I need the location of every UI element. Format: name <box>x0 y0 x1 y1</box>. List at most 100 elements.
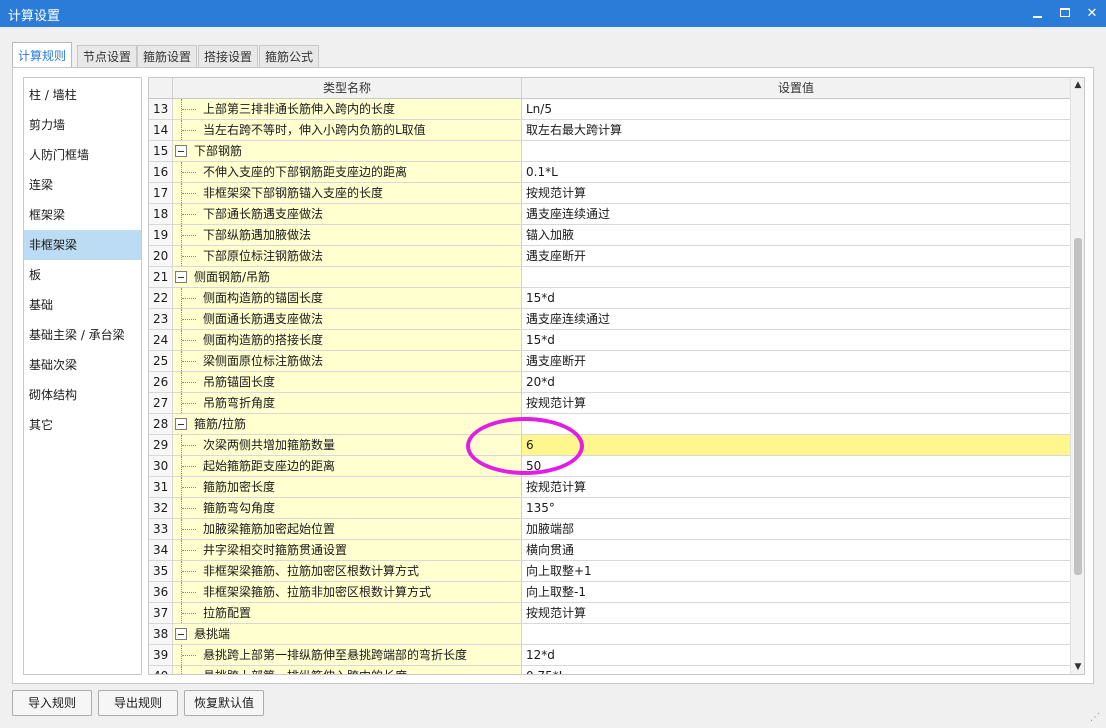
table-row[interactable]: 24 侧面构造筋的搭接长度 15*d <box>149 330 1070 351</box>
category-item-masonry[interactable]: 砌体结构 <box>24 380 141 410</box>
restore-defaults-button[interactable]: 恢复默认值 <box>184 690 264 716</box>
setting-value-cell[interactable]: 135° <box>522 498 1070 518</box>
category-item-coupling-beam[interactable]: 连梁 <box>24 170 141 200</box>
row-number: 40 <box>149 666 173 674</box>
column-header-setting-value: 设置值 <box>777 81 814 95</box>
setting-value-cell[interactable] <box>522 141 1070 161</box>
table-row[interactable]: 19 下部纵筋遇加腋做法 锚入加腋 <box>149 225 1070 246</box>
row-number: 33 <box>149 519 173 539</box>
setting-value-cell[interactable]: 0.75*L <box>522 666 1070 674</box>
category-item-frame-beam[interactable]: 框架梁 <box>24 200 141 230</box>
export-rules-button[interactable]: 导出规则 <box>98 690 178 716</box>
table-row[interactable]: 14 当左右跨不等时，伸入小跨内负筋的L取值 取左右最大跨计算 <box>149 120 1070 141</box>
resize-grip-icon[interactable]: ⋰ <box>1090 712 1102 724</box>
table-row[interactable]: 20 下部原位标注钢筋做法 遇支座断开 <box>149 246 1070 267</box>
tab-calc-rules[interactable]: 计算规则 <box>12 42 73 69</box>
category-item-slab[interactable]: 板 <box>24 260 141 290</box>
setting-value-cell[interactable]: 遇支座连续通过 <box>522 204 1070 224</box>
category-item-foundation-main-beam[interactable]: 基础主梁 / 承台梁 <box>24 320 141 350</box>
setting-value-cell[interactable]: 遇支座断开 <box>522 246 1070 266</box>
setting-value-cell[interactable]: 15*d <box>522 288 1070 308</box>
setting-name-label: 侧面钢筋/吊筋 <box>194 270 271 284</box>
table-row[interactable]: 16 不伸入支座的下部钢筋距支座边的距离 0.1*L <box>149 162 1070 183</box>
setting-value-cell[interactable]: 50 <box>522 456 1070 476</box>
table-row[interactable]: 30 起始箍筋距支座边的距离 50 <box>149 456 1070 477</box>
table-row[interactable]: 18 下部通长筋遇支座做法 遇支座连续通过 <box>149 204 1070 225</box>
setting-name-label: 起始箍筋距支座边的距离 <box>203 459 336 473</box>
collapse-icon[interactable] <box>175 271 187 283</box>
import-rules-button[interactable]: 导入规则 <box>12 690 92 716</box>
table-row[interactable]: 34 井字梁相交时箍筋贯通设置 横向贯通 <box>149 540 1070 561</box>
category-item-civil-defense-door-wall[interactable]: 人防门框墙 <box>24 140 141 170</box>
close-button[interactable]: ✕ <box>1078 0 1106 27</box>
setting-value-cell[interactable]: 锚入加腋 <box>522 225 1070 245</box>
category-item-shear-wall[interactable]: 剪力墙 <box>24 110 141 140</box>
table-row[interactable]: 31 箍筋加密长度 按规范计算 <box>149 477 1070 498</box>
setting-value-cell[interactable] <box>522 267 1070 287</box>
table-row[interactable]: 40 悬挑跨上部第一排纵筋伸入跨内的长度 0.75*L <box>149 666 1070 674</box>
vertical-scrollbar[interactable]: ▲ ▼ <box>1070 78 1084 674</box>
setting-value-cell[interactable]: 取左右最大跨计算 <box>522 120 1070 140</box>
collapse-icon[interactable] <box>175 418 187 430</box>
group-row[interactable]: 28 箍筋/拉筋 <box>149 414 1070 435</box>
table-row[interactable]: 36 非框架梁箍筋、拉筋非加密区根数计算方式 向上取整-1 <box>149 582 1070 603</box>
setting-value-cell[interactable]: 按规范计算 <box>522 603 1070 623</box>
table-row[interactable]: 37 拉筋配置 按规范计算 <box>149 603 1070 624</box>
setting-value-cell[interactable]: 遇支座断开 <box>522 351 1070 371</box>
setting-value-cell[interactable]: 6 <box>522 435 1070 455</box>
collapse-icon[interactable] <box>175 628 187 640</box>
scroll-down-arrow-icon[interactable]: ▼ <box>1073 662 1083 672</box>
setting-name-label: 当左右跨不等时，伸入小跨内负筋的L取值 <box>203 123 426 137</box>
scroll-up-arrow-icon[interactable]: ▲ <box>1073 80 1083 90</box>
setting-value-cell[interactable]: 向上取整-1 <box>522 582 1070 602</box>
row-number: 36 <box>149 582 173 602</box>
table-row[interactable]: 13 上部第三排非通长筋伸入跨内的长度 Ln/5 <box>149 99 1070 120</box>
setting-value-cell[interactable]: 加腋端部 <box>522 519 1070 539</box>
group-row[interactable]: 21 侧面钢筋/吊筋 <box>149 267 1070 288</box>
setting-value-cell[interactable]: 遇支座连续通过 <box>522 309 1070 329</box>
setting-value-cell[interactable]: 向上取整+1 <box>522 561 1070 581</box>
setting-value-cell[interactable]: 0.1*L <box>522 162 1070 182</box>
table-row[interactable]: 27 吊筋弯折角度 按规范计算 <box>149 393 1070 414</box>
table-row[interactable]: 32 箍筋弯勾角度 135° <box>149 498 1070 519</box>
setting-value-cell[interactable] <box>522 624 1070 644</box>
table-row[interactable]: 22 侧面构造筋的锚固长度 15*d <box>149 288 1070 309</box>
table-row[interactable]: 26 吊筋锚固长度 20*d <box>149 372 1070 393</box>
maximize-button[interactable] <box>1052 0 1080 27</box>
category-item-other[interactable]: 其它 <box>24 410 141 440</box>
category-item-foundation-secondary-beam[interactable]: 基础次梁 <box>24 350 141 380</box>
maximize-icon <box>1060 8 1070 17</box>
tab-stirrup-formula[interactable]: 箍筋公式 <box>259 45 320 68</box>
table-row[interactable]: 29 次梁两侧共增加箍筋数量 6 <box>149 435 1070 456</box>
tab-stirrup-settings[interactable]: 箍筋设置 <box>137 45 198 68</box>
table-row[interactable]: 39 悬挑跨上部第一排纵筋伸至悬挑跨端部的弯折长度 12*d <box>149 645 1070 666</box>
setting-value-cell[interactable]: 按规范计算 <box>522 393 1070 413</box>
setting-value-cell[interactable]: 按规范计算 <box>522 183 1070 203</box>
collapse-icon[interactable] <box>175 145 187 157</box>
table-row[interactable]: 35 非框架梁箍筋、拉筋加密区根数计算方式 向上取整+1 <box>149 561 1070 582</box>
setting-value-cell[interactable]: 12*d <box>522 645 1070 665</box>
group-row[interactable]: 15 下部钢筋 <box>149 141 1070 162</box>
scrollbar-thumb[interactable] <box>1074 238 1082 575</box>
setting-value-cell[interactable]: 横向贯通 <box>522 540 1070 560</box>
setting-name-label: 非框架梁箍筋、拉筋加密区根数计算方式 <box>203 564 420 578</box>
setting-name-label: 加腋梁箍筋加密起始位置 <box>203 522 336 536</box>
tab-node-settings[interactable]: 节点设置 <box>77 45 138 68</box>
setting-value-cell[interactable] <box>522 414 1070 434</box>
table-row[interactable]: 25 梁侧面原位标注筋做法 遇支座断开 <box>149 351 1070 372</box>
setting-value-cell[interactable]: 20*d <box>522 372 1070 392</box>
category-item-non-frame-beam[interactable]: 非框架梁 <box>24 230 141 260</box>
table-row[interactable]: 17 非框架梁下部钢筋锚入支座的长度 按规范计算 <box>149 183 1070 204</box>
table-row[interactable]: 23 侧面通长筋遇支座做法 遇支座连续通过 <box>149 309 1070 330</box>
row-number: 30 <box>149 456 173 476</box>
setting-value-cell[interactable]: 按规范计算 <box>522 477 1070 497</box>
group-row[interactable]: 38 悬挑端 <box>149 624 1070 645</box>
row-number: 37 <box>149 603 173 623</box>
minimize-button[interactable] <box>1024 0 1052 27</box>
tab-lap-settings[interactable]: 搭接设置 <box>198 45 259 68</box>
category-item-column[interactable]: 柱 / 墙柱 <box>24 80 141 110</box>
category-item-foundation[interactable]: 基础 <box>24 290 141 320</box>
table-row[interactable]: 33 加腋梁箍筋加密起始位置 加腋端部 <box>149 519 1070 540</box>
setting-value-cell[interactable]: Ln/5 <box>522 99 1070 119</box>
setting-value-cell[interactable]: 15*d <box>522 330 1070 350</box>
